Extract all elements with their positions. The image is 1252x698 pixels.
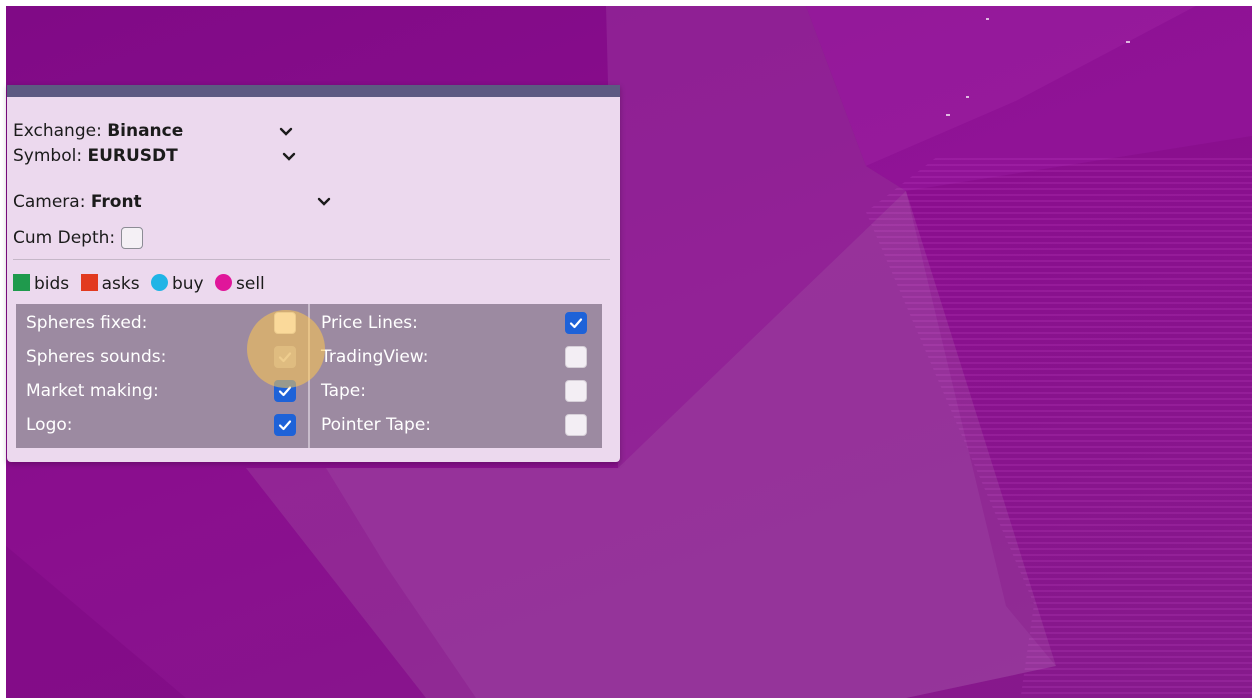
asks-swatch-icon [80,274,98,291]
spheres-sounds-label: Spheres sounds: [26,347,167,367]
options-divider [308,304,310,448]
camera-value: Front [90,192,142,212]
logo-checkbox[interactable] [274,414,296,436]
legend-asks: asks [101,274,140,294]
spheres-sounds-checkbox[interactable] [274,346,296,368]
camera-select[interactable]: Camera: Front [13,189,142,215]
exchange-value: Binance [107,121,184,141]
divider [13,259,610,260]
market-making-label: Market making: [26,381,159,401]
camera-label: Camera: [13,192,86,212]
camera-chevron-down-icon[interactable] [317,195,331,209]
bids-swatch-icon [13,274,30,291]
exchange-select[interactable]: Exchange: Binance [13,118,183,144]
settings-panel: Exchange: Binance Symbol: EURUSDT Camera… [7,85,620,462]
legend-sell: sell [236,274,265,294]
tape-checkbox[interactable] [565,380,587,402]
cum-depth-checkbox[interactable] [120,227,143,249]
tape-label: Tape: [321,381,366,401]
symbol-chevron-down-icon[interactable] [282,150,296,164]
price-lines-checkbox[interactable] [565,312,587,334]
legend: bids asks buy sell [13,271,271,297]
symbol-select[interactable]: Symbol: EURUSDT [13,143,178,169]
options-grid: Spheres fixed: Spheres sounds: Market ma… [16,304,602,448]
sell-dot-icon [215,274,233,291]
price-lines-label: Price Lines: [321,313,418,333]
exchange-chevron-down-icon[interactable] [279,125,293,139]
logo-label: Logo: [26,415,73,435]
cum-depth-label: Cum Depth: [13,228,116,248]
legend-bids: bids [34,274,70,294]
pointer-tape-label: Pointer Tape: [321,415,432,435]
spheres-fixed-label: Spheres fixed: [26,313,148,333]
symbol-label: Symbol: [13,146,83,166]
exchange-label: Exchange: [13,121,102,141]
market-making-checkbox[interactable] [274,380,296,402]
buy-dot-icon [150,274,168,291]
tradingview-checkbox[interactable] [565,346,587,368]
cum-depth-row: Cum Depth: [13,225,143,251]
tradingview-label: TradingView: [321,347,429,367]
panel-title-bar[interactable] [7,85,620,97]
symbol-value: EURUSDT [87,146,178,166]
legend-buy: buy [171,274,204,294]
spheres-fixed-checkbox[interactable] [274,312,296,334]
pointer-tape-checkbox[interactable] [565,414,587,436]
